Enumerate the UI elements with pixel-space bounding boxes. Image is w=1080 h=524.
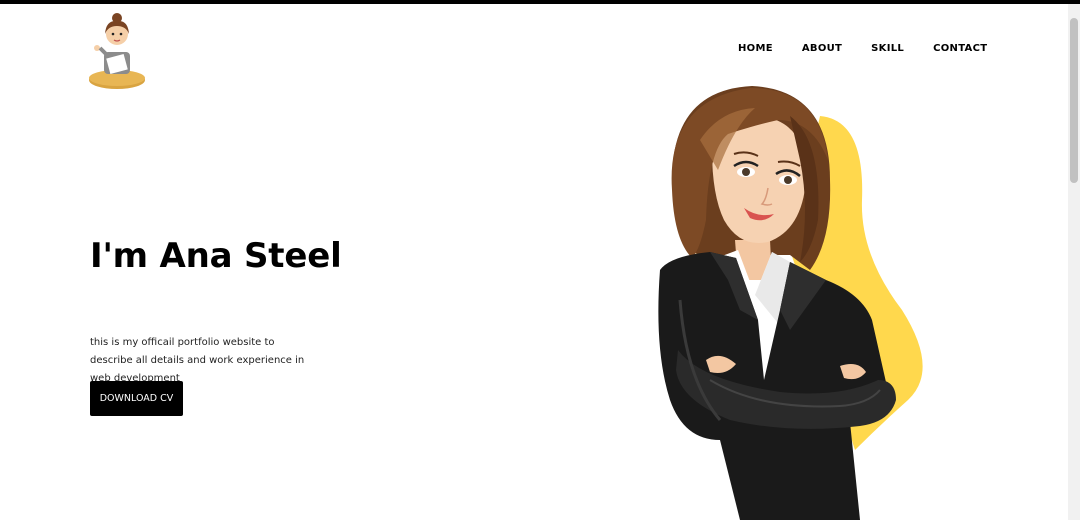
scrollbar-thumb[interactable] xyxy=(1070,18,1078,183)
nav-contact[interactable]: CONTACT xyxy=(933,43,987,57)
nav-home[interactable]: HOME xyxy=(738,43,773,57)
businesswoman-illustration xyxy=(640,80,960,520)
nav-skill[interactable]: SKILL xyxy=(871,43,904,57)
hero-title: I'm Ana Steel xyxy=(90,236,342,276)
logo-icon[interactable] xyxy=(84,12,150,94)
download-cv-button[interactable]: DOWNLOAD CV xyxy=(90,381,183,416)
nav-about[interactable]: ABOUT xyxy=(802,43,842,57)
page-scrollbar[interactable] xyxy=(1068,4,1080,520)
main-nav: HOME ABOUT SKILL CONTACT xyxy=(738,43,987,57)
hero-description: this is my officail portfolio website to… xyxy=(90,337,305,384)
top-border xyxy=(0,0,1080,4)
